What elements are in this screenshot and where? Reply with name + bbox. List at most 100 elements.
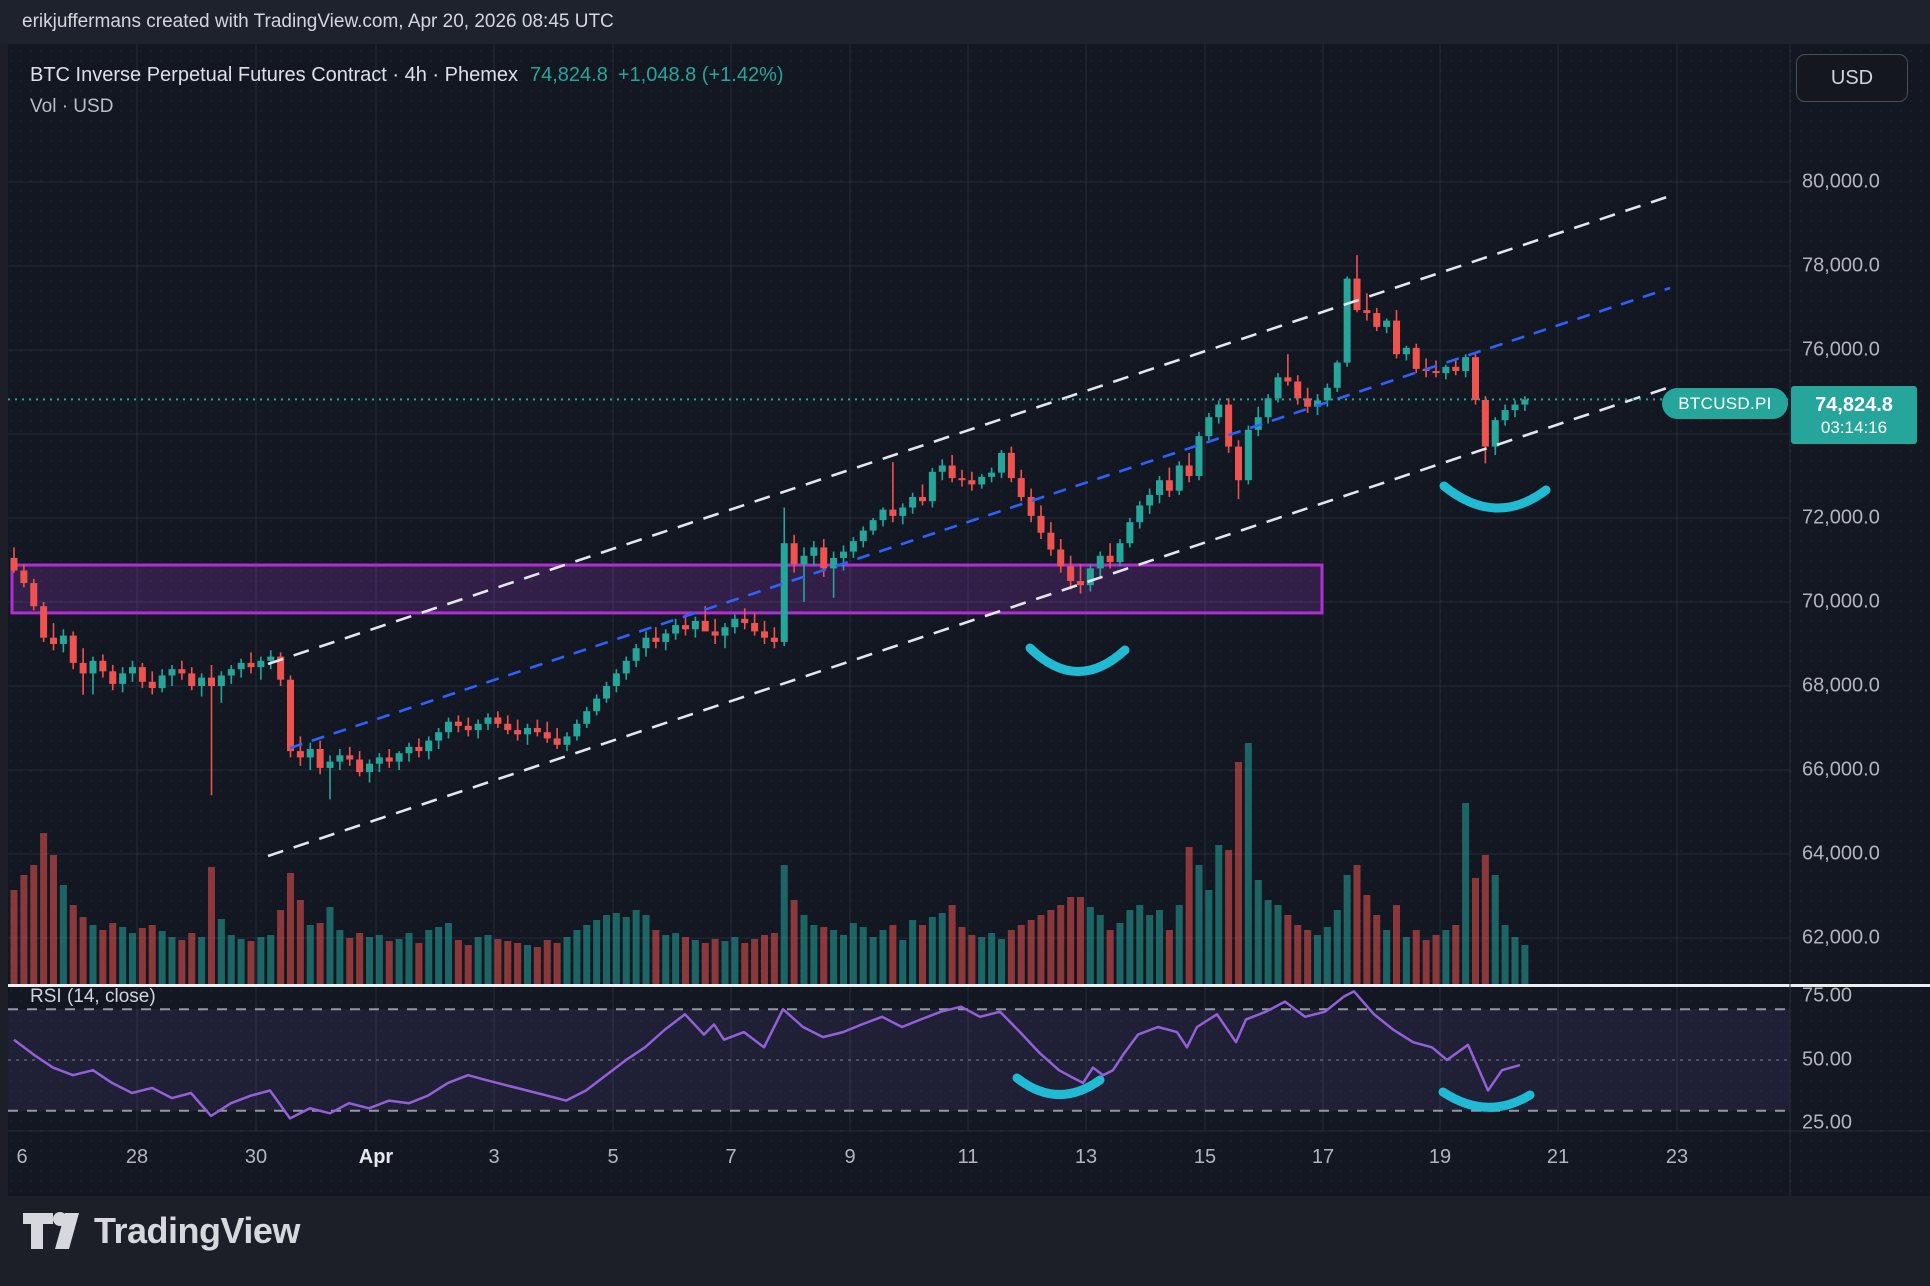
volume-bar (40, 833, 47, 985)
volume-bar (860, 927, 867, 985)
volume-bar (1156, 910, 1163, 985)
volume-bar (218, 919, 225, 985)
volume-bar (810, 925, 817, 985)
candle-body (751, 623, 758, 631)
candle-body (998, 453, 1005, 473)
candle-body (1067, 566, 1074, 581)
candle-body (267, 657, 274, 661)
volume-bar (801, 915, 808, 985)
candle-body (20, 571, 27, 584)
volume-bar (1354, 865, 1361, 985)
volume-bar (593, 920, 600, 985)
volume-bar (336, 930, 343, 985)
candle-body (1225, 405, 1232, 447)
candle-body (909, 497, 916, 508)
volume-bar (909, 920, 916, 985)
candle-body (514, 730, 521, 734)
symbol-title[interactable]: BTC Inverse Perpetual Futures Contract ·… (30, 64, 518, 86)
candle-body (465, 726, 472, 730)
volume-bar (30, 865, 37, 985)
candle-body (643, 638, 650, 649)
candle-body (494, 718, 501, 724)
volume-bar (929, 917, 936, 985)
candle-body (682, 625, 689, 629)
volume-bar (1215, 845, 1222, 985)
volume-bar (870, 937, 877, 985)
candle-body (1117, 543, 1124, 562)
volume-bar (287, 873, 294, 985)
candle-body (366, 764, 373, 772)
candle-body (1403, 348, 1410, 354)
support-zone-rectangle (12, 565, 1322, 613)
volume-bar (198, 937, 205, 985)
price-axis-label: 64,000.0 (1802, 843, 1880, 866)
last-price-value: 74,824.8 (1791, 393, 1917, 417)
candle-body (1383, 321, 1390, 327)
candle-body (968, 480, 975, 484)
volume-bar (1275, 905, 1282, 985)
candle-body (1146, 495, 1153, 506)
price-axis-label: 66,000.0 (1802, 759, 1880, 782)
volume-bar (939, 913, 946, 985)
candle-body (90, 661, 97, 674)
candle-body (544, 732, 551, 738)
volume-bar (188, 933, 195, 985)
volume-bar (554, 943, 561, 985)
volume-bar (662, 935, 669, 985)
time-axis-label: 19 (1429, 1146, 1451, 1169)
candle-body (1245, 430, 1252, 480)
price-chart-canvas (0, 0, 1930, 1286)
volume-bar (1047, 910, 1054, 985)
time-axis-label: 23 (1666, 1146, 1688, 1169)
volume-bar (1077, 897, 1084, 985)
currency-usd-button[interactable]: USD (1796, 54, 1908, 102)
candle-body (1126, 522, 1133, 543)
volume-bar (1018, 925, 1025, 985)
volume-bar (149, 925, 156, 985)
volume-bar (159, 931, 166, 985)
candle-body (1166, 480, 1173, 491)
candle-body (396, 753, 403, 761)
candle-body (1373, 313, 1380, 327)
volume-bar (119, 927, 126, 985)
candle-body (40, 606, 47, 638)
candle-body (99, 661, 106, 672)
volume-bar (1107, 930, 1114, 985)
candle-body (1097, 556, 1104, 569)
candle-body (1354, 279, 1361, 311)
candle-body (978, 477, 985, 485)
volume-bar (11, 890, 18, 985)
volume-bar (919, 925, 926, 985)
price-change: +1,048.8 (+1.42%) (618, 64, 784, 86)
candle-body (1502, 410, 1509, 420)
volume-bar (722, 941, 729, 985)
volume-bar (949, 905, 956, 985)
volume-bar (1117, 923, 1124, 985)
candle-body (169, 669, 176, 675)
volume-bar (445, 923, 452, 985)
tradingview-logo-text: TradingView (94, 1210, 300, 1252)
candle-body (524, 728, 531, 734)
candle-body (406, 747, 413, 753)
volume-bar (959, 927, 966, 985)
volume-bar (1521, 945, 1528, 985)
rsi-indicator-label[interactable]: RSI (14, close) (30, 986, 156, 1008)
tradingview-logo[interactable]: TradingView (22, 1210, 300, 1252)
volume-bar (672, 933, 679, 985)
candle-body (1018, 478, 1025, 497)
candle-body (119, 673, 126, 684)
volume-bar (514, 943, 521, 985)
candle-body (771, 638, 778, 642)
volume-bar (1126, 910, 1133, 985)
volume-bar (277, 910, 284, 985)
volume-legend[interactable]: Vol · USD (30, 96, 784, 118)
volume-bar (1413, 930, 1420, 985)
candle-body (208, 678, 215, 686)
volume-bar (1393, 905, 1400, 985)
candle-body (1205, 417, 1212, 436)
candle-body (672, 625, 679, 633)
volume-bar (317, 923, 324, 985)
volume-bar (1363, 895, 1370, 985)
candle-body (248, 663, 255, 667)
volume-bar (99, 930, 106, 985)
